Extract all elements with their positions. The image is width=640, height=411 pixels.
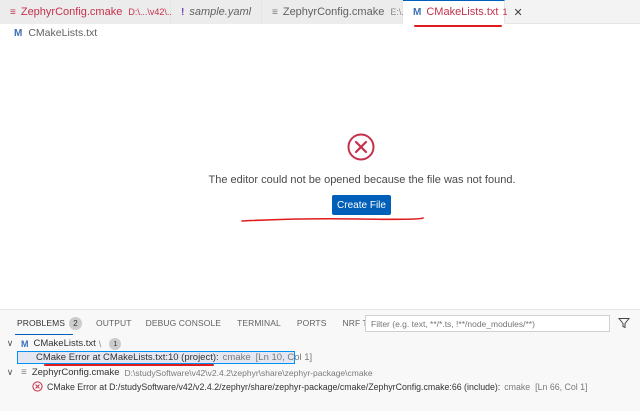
chevron-down-icon[interactable]: ∨ <box>5 338 15 349</box>
tab-terminal[interactable]: TERMINAL <box>237 318 281 328</box>
cmake-file-icon: ≡ <box>10 6 16 18</box>
problem-file-name: ZephyrConfig.cmake <box>31 367 120 378</box>
bottom-panel: PROBLEMS 2 OUTPUT DEBUG CONSOLE TERMINAL… <box>0 309 640 411</box>
problem-message: CMake Error at D:/studySoftware/v42/v2.4… <box>47 381 501 392</box>
error-circle-icon <box>347 133 375 161</box>
cmake-m-icon: M <box>413 6 422 18</box>
tab-label: sample.yaml <box>189 6 252 18</box>
tab-path: D:\...\v42\... <box>128 7 175 17</box>
tab-debug-console[interactable]: DEBUG CONSOLE <box>146 318 221 328</box>
tab-problem-count: 1 <box>502 7 508 17</box>
tab-sample-yaml[interactable]: ! sample.yaml <box>171 0 262 24</box>
editor-tab-bar: ≡ ZephyrConfig.cmake D:\...\v42\... 1 ! … <box>0 0 640 24</box>
tab-zephyrconfig-d[interactable]: ≡ ZephyrConfig.cmake D:\...\v42\... 1 <box>0 0 183 24</box>
chevron-down-icon[interactable]: ∨ <box>5 367 15 378</box>
panel-tabs: PROBLEMS 2 OUTPUT DEBUG CONSOLE TERMINAL… <box>0 310 406 336</box>
tab-cmakelists[interactable]: M CMakeLists.txt 1 ✕ <box>403 0 523 24</box>
tab-ports[interactable]: PORTS <box>297 318 327 328</box>
cmake-m-icon: M <box>21 338 29 349</box>
problem-item-row[interactable]: CMake Error at CMakeLists.txt:10 (projec… <box>17 351 312 364</box>
filter-icon[interactable] <box>618 317 630 329</box>
problem-message: CMake Error at CMakeLists.txt:10 (projec… <box>36 352 219 363</box>
problem-file-path: D:\studySoftware\v42\v2.4.2\zephyr\share… <box>124 367 373 378</box>
problem-item-row[interactable]: CMake Error at D:/studySoftware/v42/v2.4… <box>0 380 640 393</box>
problem-source: cmake <box>222 352 251 363</box>
problem-location: [Ln 66, Col 1] <box>535 381 588 392</box>
problem-count-badge: 1 <box>109 337 122 350</box>
problem-location: [Ln 10, Col 1] <box>255 352 313 363</box>
tab-label: ZephyrConfig.cmake <box>282 6 385 18</box>
problem-file-path: \ <box>98 338 102 349</box>
problem-source: cmake <box>504 381 531 392</box>
tab-zephyrconfig-e[interactable]: ≡ ZephyrConfig.cmake E:\... <box>262 0 409 24</box>
problems-filter-input[interactable] <box>365 315 610 332</box>
annotation-underline <box>241 217 424 222</box>
tab-label: ZephyrConfig.cmake <box>20 6 123 18</box>
active-tab-indicator <box>15 334 73 335</box>
tab-label: CMakeLists.txt <box>426 6 499 18</box>
cmake-m-icon: M <box>14 27 23 39</box>
tab-output[interactable]: OUTPUT <box>96 318 132 328</box>
tab-label: PROBLEMS <box>17 318 66 328</box>
breadcrumb[interactable]: M CMakeLists.txt <box>14 27 97 39</box>
yaml-file-icon: ! <box>181 6 185 18</box>
problem-file-row[interactable]: ∨ M CMakeLists.txt \ 1 <box>0 337 640 350</box>
create-file-button[interactable]: Create File <box>332 195 391 215</box>
close-icon[interactable]: ✕ <box>514 6 523 19</box>
cmake-file-icon: ≡ <box>21 367 27 378</box>
error-icon <box>32 381 43 392</box>
tab-problems[interactable]: PROBLEMS 2 <box>17 316 83 330</box>
problems-count-badge: 2 <box>69 316 83 330</box>
editor-error-message: The editor could not be opened because t… <box>208 174 516 186</box>
breadcrumb-label: CMakeLists.txt <box>28 27 98 39</box>
cmake-file-icon: ≡ <box>272 6 278 18</box>
annotation-underline <box>414 25 502 27</box>
problem-file-row[interactable]: ∨ ≡ ZephyrConfig.cmake D:\studySoftware\… <box>0 366 640 379</box>
problem-file-name: CMakeLists.txt <box>33 338 96 349</box>
